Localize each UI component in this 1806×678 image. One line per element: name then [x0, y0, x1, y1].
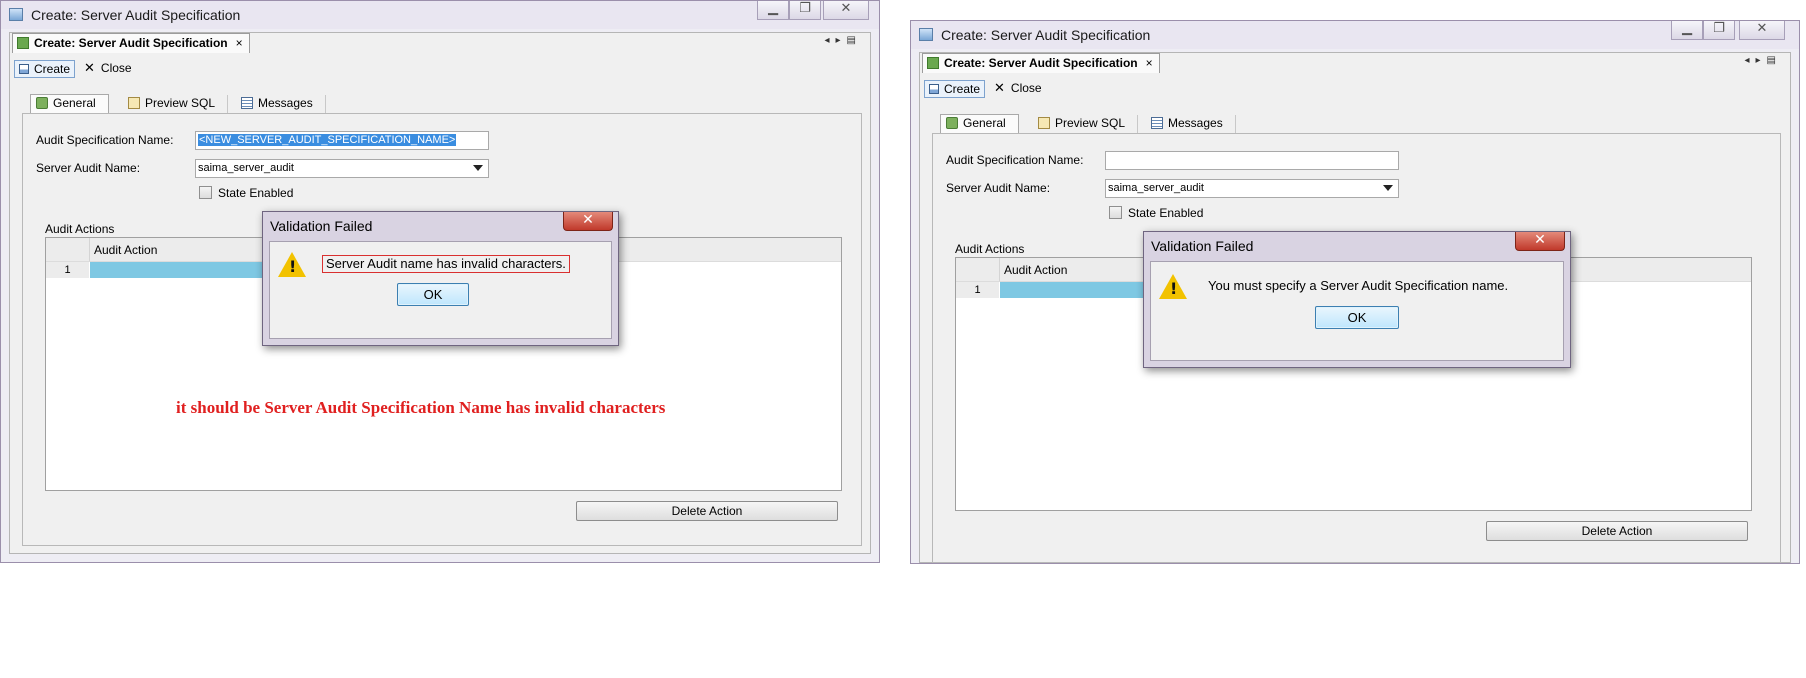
close-x-icon: ✕ [84, 61, 95, 76]
column-header-audit-action[interactable]: Audit Action [1004, 263, 1067, 277]
state-enabled-label: State Enabled [1128, 206, 1204, 220]
row-number: 1 [46, 262, 89, 278]
tab-label: Preview SQL [1055, 116, 1126, 130]
sql-icon [1038, 117, 1050, 129]
general-icon [946, 117, 958, 129]
spec-name-input[interactable]: <NEW_SERVER_AUDIT_SPECIFICATION_NAME> [195, 131, 489, 150]
dialog-body: ! Server Audit name has invalid characte… [269, 241, 612, 339]
audit-name-value: saima_server_audit [1108, 182, 1204, 194]
spec-name-label: Audit Specification Name: [36, 133, 174, 147]
dialog-body: ! You must specify a Server Audit Specif… [1150, 261, 1564, 361]
validation-dialog-left: Validation Failed ✕ ! Server Audit name … [262, 211, 619, 346]
validation-dialog-right: Validation Failed ✕ ! You must specify a… [1143, 231, 1571, 368]
state-enabled-label: State Enabled [218, 186, 294, 200]
state-enabled-checkbox[interactable] [1109, 206, 1122, 219]
create-spec-icon [927, 57, 939, 69]
general-icon [36, 97, 48, 109]
document-tab[interactable]: Create: Server Audit Specification × [922, 53, 1160, 73]
document-tab-label: Create: Server Audit Specification [944, 56, 1138, 70]
chevron-down-icon[interactable] [1383, 185, 1393, 191]
tab-label: General [53, 96, 96, 110]
create-spec-icon [17, 37, 29, 49]
audit-name-label: Server Audit Name: [36, 161, 141, 175]
save-icon [929, 84, 939, 94]
window-close-button[interactable]: ✕ [823, 1, 869, 20]
maximize-button[interactable]: ❐ [789, 1, 821, 20]
warning-exclamation: ! [1170, 279, 1178, 298]
messages-icon [241, 97, 253, 109]
create-button[interactable]: Create [14, 60, 76, 78]
tab-label: General [963, 116, 1006, 130]
dialog-message: You must specify a Server Audit Specific… [1208, 278, 1509, 293]
create-button-label: Create [34, 62, 71, 76]
dialog-title: Validation Failed [1151, 238, 1254, 254]
tab-label: Messages [1168, 116, 1223, 130]
audit-name-value: saima_server_audit [198, 162, 294, 174]
tab-preview-sql[interactable]: Preview SQL [123, 95, 229, 113]
audit-actions-label: Audit Actions [45, 222, 115, 236]
audit-name-select[interactable]: saima_server_audit [195, 159, 489, 178]
ok-button[interactable]: OK [1315, 306, 1399, 329]
dialog-title: Validation Failed [270, 218, 373, 234]
spec-name-label: Audit Specification Name: [946, 153, 1084, 167]
audit-name-label: Server Audit Name: [946, 181, 1051, 195]
ok-button[interactable]: OK [397, 283, 469, 306]
left-window-titlebar[interactable]: Create: Server Audit Specification ▁ ❐ ✕ [1, 1, 879, 29]
window-close-button[interactable]: ✕ [1739, 21, 1785, 40]
close-tab-icon[interactable]: × [236, 36, 243, 50]
minimize-button[interactable]: ▁ [757, 1, 789, 20]
tab-label: Preview SQL [145, 96, 216, 110]
app-icon [9, 8, 23, 21]
tab-messages[interactable]: Messages [236, 95, 326, 113]
table-corner [956, 258, 1000, 281]
delete-action-button[interactable]: Delete Action [1486, 521, 1748, 541]
messages-icon [1151, 117, 1163, 129]
row-number: 1 [956, 282, 999, 298]
maximize-button[interactable]: ❐ [1703, 21, 1735, 40]
chevron-down-icon[interactable] [473, 165, 483, 171]
tab-nav-arrows-icon[interactable]: ◂▸▤ [1745, 55, 1783, 66]
tab-general[interactable]: General [30, 94, 109, 113]
close-button[interactable]: ✕ Close [990, 80, 1046, 98]
delete-action-button[interactable]: Delete Action [576, 501, 838, 521]
annotation-note: it should be Server Audit Specification … [176, 398, 666, 417]
document-tab-label: Create: Server Audit Specification [34, 36, 228, 50]
window-title: Create: Server Audit Specification [31, 7, 241, 23]
state-enabled-checkbox[interactable] [199, 186, 212, 199]
document-tab[interactable]: Create: Server Audit Specification × [12, 33, 250, 53]
warning-exclamation: ! [289, 257, 297, 276]
close-button-label: Close [100, 61, 132, 75]
spec-name-value: <NEW_SERVER_AUDIT_SPECIFICATION_NAME> [198, 134, 457, 146]
spec-name-input[interactable] [1105, 151, 1399, 170]
tab-label: Messages [258, 96, 313, 110]
window-title: Create: Server Audit Specification [941, 27, 1151, 43]
minimize-button[interactable]: ▁ [1671, 21, 1703, 40]
create-button[interactable]: Create [924, 80, 986, 98]
create-button-label: Create [944, 82, 981, 96]
audit-actions-label: Audit Actions [955, 242, 1025, 256]
right-window-titlebar[interactable]: Create: Server Audit Specification ▁ ❐ ✕ [911, 21, 1799, 49]
sql-icon [128, 97, 140, 109]
tab-general[interactable]: General [940, 114, 1019, 133]
column-header-audit-action[interactable]: Audit Action [94, 243, 157, 257]
table-corner [46, 238, 90, 261]
tab-messages[interactable]: Messages [1146, 115, 1236, 133]
audit-name-select[interactable]: saima_server_audit [1105, 179, 1399, 198]
close-button-label: Close [1010, 81, 1042, 95]
close-tab-icon[interactable]: × [1146, 56, 1153, 70]
app-icon [919, 28, 933, 41]
tab-nav-arrows-icon[interactable]: ◂▸▤ [825, 35, 863, 46]
dialog-close-button[interactable]: ✕ [563, 212, 613, 231]
dialog-close-button[interactable]: ✕ [1515, 232, 1565, 251]
save-icon [19, 64, 29, 74]
tab-preview-sql[interactable]: Preview SQL [1033, 115, 1139, 133]
dialog-message: Server Audit name has invalid characters… [322, 255, 570, 273]
close-button[interactable]: ✕ Close [80, 60, 136, 78]
close-x-icon: ✕ [994, 81, 1005, 96]
